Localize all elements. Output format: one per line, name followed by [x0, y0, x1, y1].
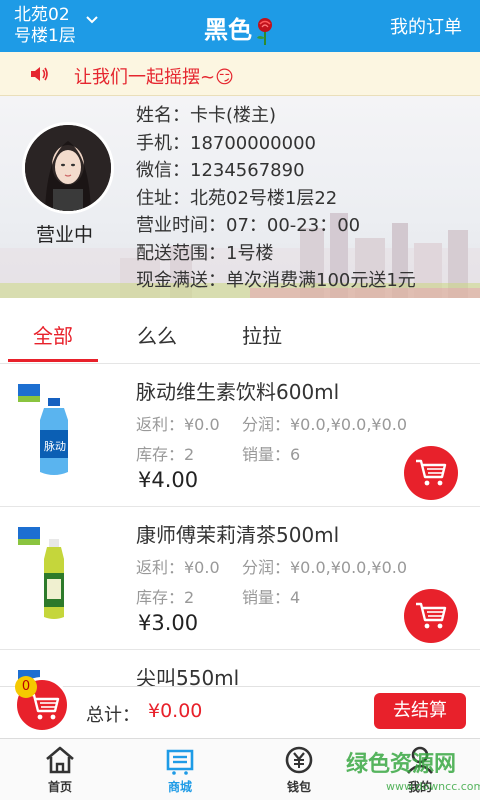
watermark-text: 绿色资源网 [346, 752, 457, 777]
top-bar: 北苑02 号楼1层 黑色 我的订单 [0, 0, 480, 52]
nav-store-label: 商城 [167, 780, 192, 794]
tab-all[interactable]: 全部 [33, 320, 73, 349]
my-orders-link[interactable]: 我的订单 [390, 13, 462, 39]
product-stock: 库存：2 [136, 588, 195, 607]
total-value: ¥0.00 [148, 700, 203, 722]
watermark-url: www.downcc.com [386, 780, 480, 793]
store-icon [166, 749, 194, 775]
info-cash-promo: 现金满送：单次消费满100元送1元 [136, 270, 416, 291]
category-tabs: 全部 么么 拉拉 [0, 298, 480, 364]
shop-status: 营业中 [36, 224, 94, 246]
owner-avatar[interactable] [22, 122, 114, 214]
tab-meme[interactable]: 么么 [137, 320, 177, 349]
nav-wallet[interactable]: 钱包 [259, 745, 339, 795]
add-to-cart-button[interactable] [404, 446, 458, 500]
total-label: 总计： [86, 705, 140, 726]
shop-info-list: 姓名：卡卡(楼主) 手机：18700000000 微信：1234567890 住… [136, 102, 416, 295]
product-item[interactable]: 尖叫550ml [0, 650, 480, 686]
product-list[interactable]: 脉动 脉动维生素饮料600ml 返利：¥0.0 分润：¥0.0,¥0.0,¥0.… [0, 364, 480, 686]
info-wechat: 微信：1234567890 [136, 160, 305, 181]
product-image-jasmine-tea [18, 527, 64, 619]
speaker-icon [31, 67, 48, 81]
avatar-portrait [25, 125, 111, 211]
info-delivery-range: 配送范围：1号楼 [136, 242, 274, 264]
product-price: ¥4.00 [138, 468, 199, 492]
add-to-cart-button[interactable] [404, 589, 458, 643]
info-phone: 手机：18700000000 [136, 132, 316, 154]
checkout-button[interactable]: 去结算 [374, 693, 466, 729]
product-price: ¥3.00 [138, 611, 199, 635]
nav-store[interactable]: 商城 [140, 745, 220, 795]
product-name: 尖叫550ml [136, 666, 240, 686]
nav-home-label: 首页 [47, 780, 72, 794]
home-icon [46, 746, 74, 774]
cart-summary-bar: 0 总计： ¥0.00 去结算 [0, 676, 480, 738]
shop-title: 黑色 [204, 16, 252, 44]
product-rebate: 返利：¥0.0 [136, 415, 220, 434]
tab-lala[interactable]: 拉拉 [242, 320, 282, 349]
notice-text: 让我们一起摇摆~😏 [74, 67, 234, 88]
product-item[interactable]: 脉动 脉动维生素饮料600ml 返利：¥0.0 分润：¥0.0,¥0.0,¥0.… [0, 364, 480, 507]
rose-icon [257, 18, 272, 45]
cart-icon [416, 602, 447, 629]
product-sales: 销量：6 [242, 445, 301, 464]
product-share: 分润：¥0.0,¥0.0,¥0.0 [242, 558, 408, 577]
product-name: 康师傅茉莉清茶500ml [136, 523, 340, 547]
cart-icon [29, 693, 60, 720]
product-stock: 库存：2 [136, 445, 195, 464]
active-tab-indicator [8, 359, 98, 362]
svg-text:脉动: 脉动 [44, 439, 66, 453]
product-name: 脉动维生素饮料600ml [136, 380, 340, 404]
product-item[interactable]: 康师傅茉莉清茶500ml 返利：¥0.0 分润：¥0.0,¥0.0,¥0.0 库… [0, 507, 480, 650]
product-image-mizone: 脉动 [18, 384, 68, 475]
nav-home[interactable]: 首页 [20, 745, 100, 795]
site-watermark: 绿色资源网 www.downcc.com [346, 740, 480, 798]
info-hours: 营业时间：07：00-23：00 [136, 215, 361, 236]
product-rebate: 返利：¥0.0 [136, 558, 220, 577]
cart-icon [416, 459, 447, 486]
product-share: 分润：¥0.0,¥0.0,¥0.0 [242, 415, 408, 434]
notice-bar: 让我们一起摇摆~😏 [0, 52, 480, 96]
info-owner-name: 姓名：卡卡(楼主) [136, 105, 277, 126]
shop-info-panel: 营业中 姓名：卡卡(楼主) 手机：18700000000 微信：12345678… [0, 96, 480, 298]
product-sales: 销量：4 [242, 588, 301, 607]
wallet-icon [285, 746, 313, 774]
info-address: 住址：北苑02号楼1层22 [136, 187, 338, 209]
cart-count-badge: 0 [15, 676, 37, 698]
cart-button[interactable]: 0 [14, 676, 70, 733]
nav-wallet-label: 钱包 [286, 780, 311, 794]
